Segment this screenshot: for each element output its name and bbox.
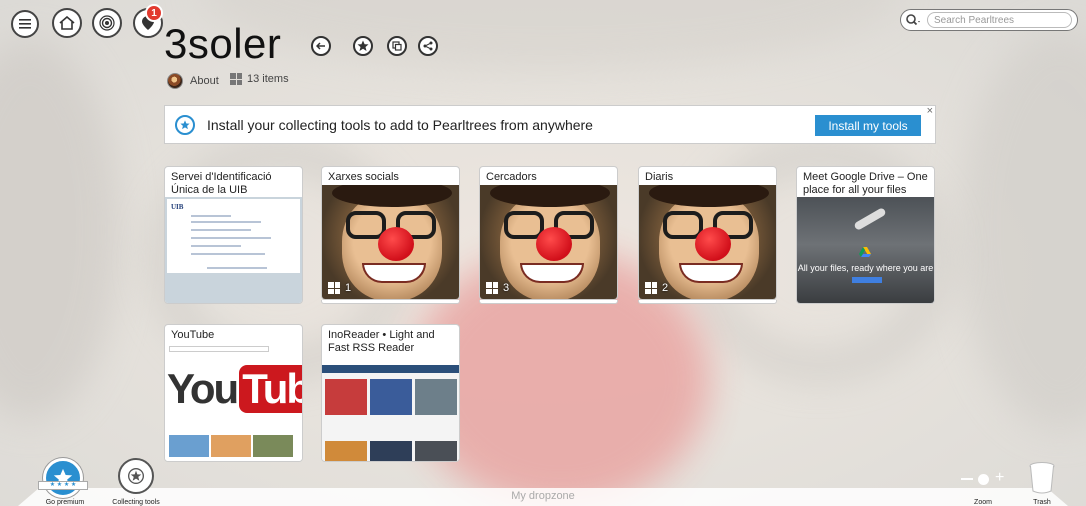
card-thumbnail — [322, 365, 459, 461]
pearl-card[interactable]: YouTube YouTube — [164, 324, 303, 462]
search-input[interactable] — [927, 12, 1072, 28]
copy-button[interactable] — [387, 36, 407, 56]
youtube-logo: YouTube — [167, 365, 302, 413]
signal-icon — [99, 15, 115, 31]
hamburger-icon — [19, 19, 31, 29]
item-count: 1 — [328, 282, 351, 294]
pearl-card[interactable]: Meet Google Drive – One place for all yo… — [796, 166, 935, 304]
pearltrees-logo-icon — [175, 114, 195, 135]
grid-icon — [486, 282, 498, 294]
thumbnail-tagline: All your files, ready where you are — [797, 263, 934, 273]
card-title: Diaris — [645, 171, 674, 183]
share-button[interactable] — [418, 36, 438, 56]
card-thumbnail: All your files, ready where you are — [797, 197, 934, 303]
menu-button[interactable] — [11, 10, 39, 38]
zoom-slider-handle[interactable] — [978, 474, 989, 485]
card-thumbnail: 2 — [639, 185, 776, 299]
grid-icon — [645, 282, 657, 294]
card-stack-edge — [479, 300, 618, 304]
about-link[interactable]: About — [167, 73, 219, 89]
card-title: Cercadors — [486, 171, 537, 183]
card-thumbnail: 1 — [322, 185, 459, 299]
page-title: 3soler — [164, 20, 282, 67]
uib-logo: UIB — [171, 203, 184, 211]
card-title: YouTube — [171, 329, 215, 341]
star-icon — [357, 40, 369, 51]
avatar — [167, 73, 183, 89]
items-count-label: 13 items — [247, 73, 289, 85]
premium-ribbon-stars: ★ ★ ★ ★ — [38, 481, 88, 490]
card-stack-edge — [638, 300, 777, 304]
zoom-out-button[interactable] — [961, 478, 973, 480]
zoom-in-button[interactable]: + — [995, 470, 1004, 486]
search-icon[interactable] — [901, 14, 927, 26]
back-button[interactable] — [311, 36, 331, 56]
go-premium-button[interactable] — [43, 458, 83, 498]
airplane-icon — [853, 207, 887, 231]
search-box[interactable] — [900, 9, 1078, 31]
notification-badge: 1 — [145, 4, 163, 22]
card-title: Meet Google Drive – One place for all yo… — [803, 171, 928, 196]
grid-icon — [328, 282, 340, 294]
collecting-tools-button[interactable] — [118, 458, 154, 494]
about-label: About — [190, 75, 219, 87]
card-thumbnail: UIB — [165, 197, 302, 303]
item-count: 3 — [486, 282, 509, 294]
card-thumbnail: YouTube — [165, 343, 302, 461]
google-drive-icon — [859, 247, 871, 257]
arrow-left-icon — [316, 42, 325, 50]
share-icon — [423, 41, 433, 51]
pearl-card[interactable]: InoReader • Light and Fast RSS Reader — [321, 324, 460, 462]
pearltree-card[interactable]: Cercadors 3 — [479, 166, 618, 300]
close-icon[interactable]: × — [927, 105, 933, 117]
items-count[interactable]: 13 items — [230, 73, 289, 85]
pearltree-card[interactable]: Xarxes socials 1 — [321, 166, 460, 300]
install-tools-button[interactable]: Install my tools — [815, 115, 921, 136]
install-tools-banner: Install your collecting tools to add to … — [164, 105, 936, 144]
home-icon — [59, 16, 75, 30]
home-button[interactable] — [52, 8, 82, 38]
trash-label: Trash — [1033, 499, 1051, 506]
copy-icon — [392, 41, 402, 51]
broadcast-button[interactable] — [92, 8, 122, 38]
item-count: 2 — [645, 282, 668, 294]
banner-text: Install your collecting tools to add to … — [207, 116, 593, 133]
card-stack-edge — [321, 300, 460, 304]
card-title: Servei d'Identificació Única de la UIB — [171, 171, 272, 196]
collecting-tools-label: Collecting tools — [112, 499, 160, 506]
grid-icon — [230, 73, 242, 85]
go-premium-label: Go premium — [45, 499, 85, 506]
favorite-button[interactable] — [353, 36, 373, 56]
star-icon — [128, 468, 144, 484]
card-thumbnail: 3 — [480, 185, 617, 299]
trash-icon[interactable] — [1029, 462, 1055, 494]
pearl-card[interactable]: Servei d'Identificació Única de la UIB U… — [164, 166, 303, 304]
zoom-label: Zoom — [974, 499, 992, 506]
pearltree-card[interactable]: Diaris 2 — [638, 166, 777, 300]
card-title: Xarxes socials — [328, 171, 399, 183]
card-title: InoReader • Light and Fast RSS Reader — [328, 329, 435, 354]
